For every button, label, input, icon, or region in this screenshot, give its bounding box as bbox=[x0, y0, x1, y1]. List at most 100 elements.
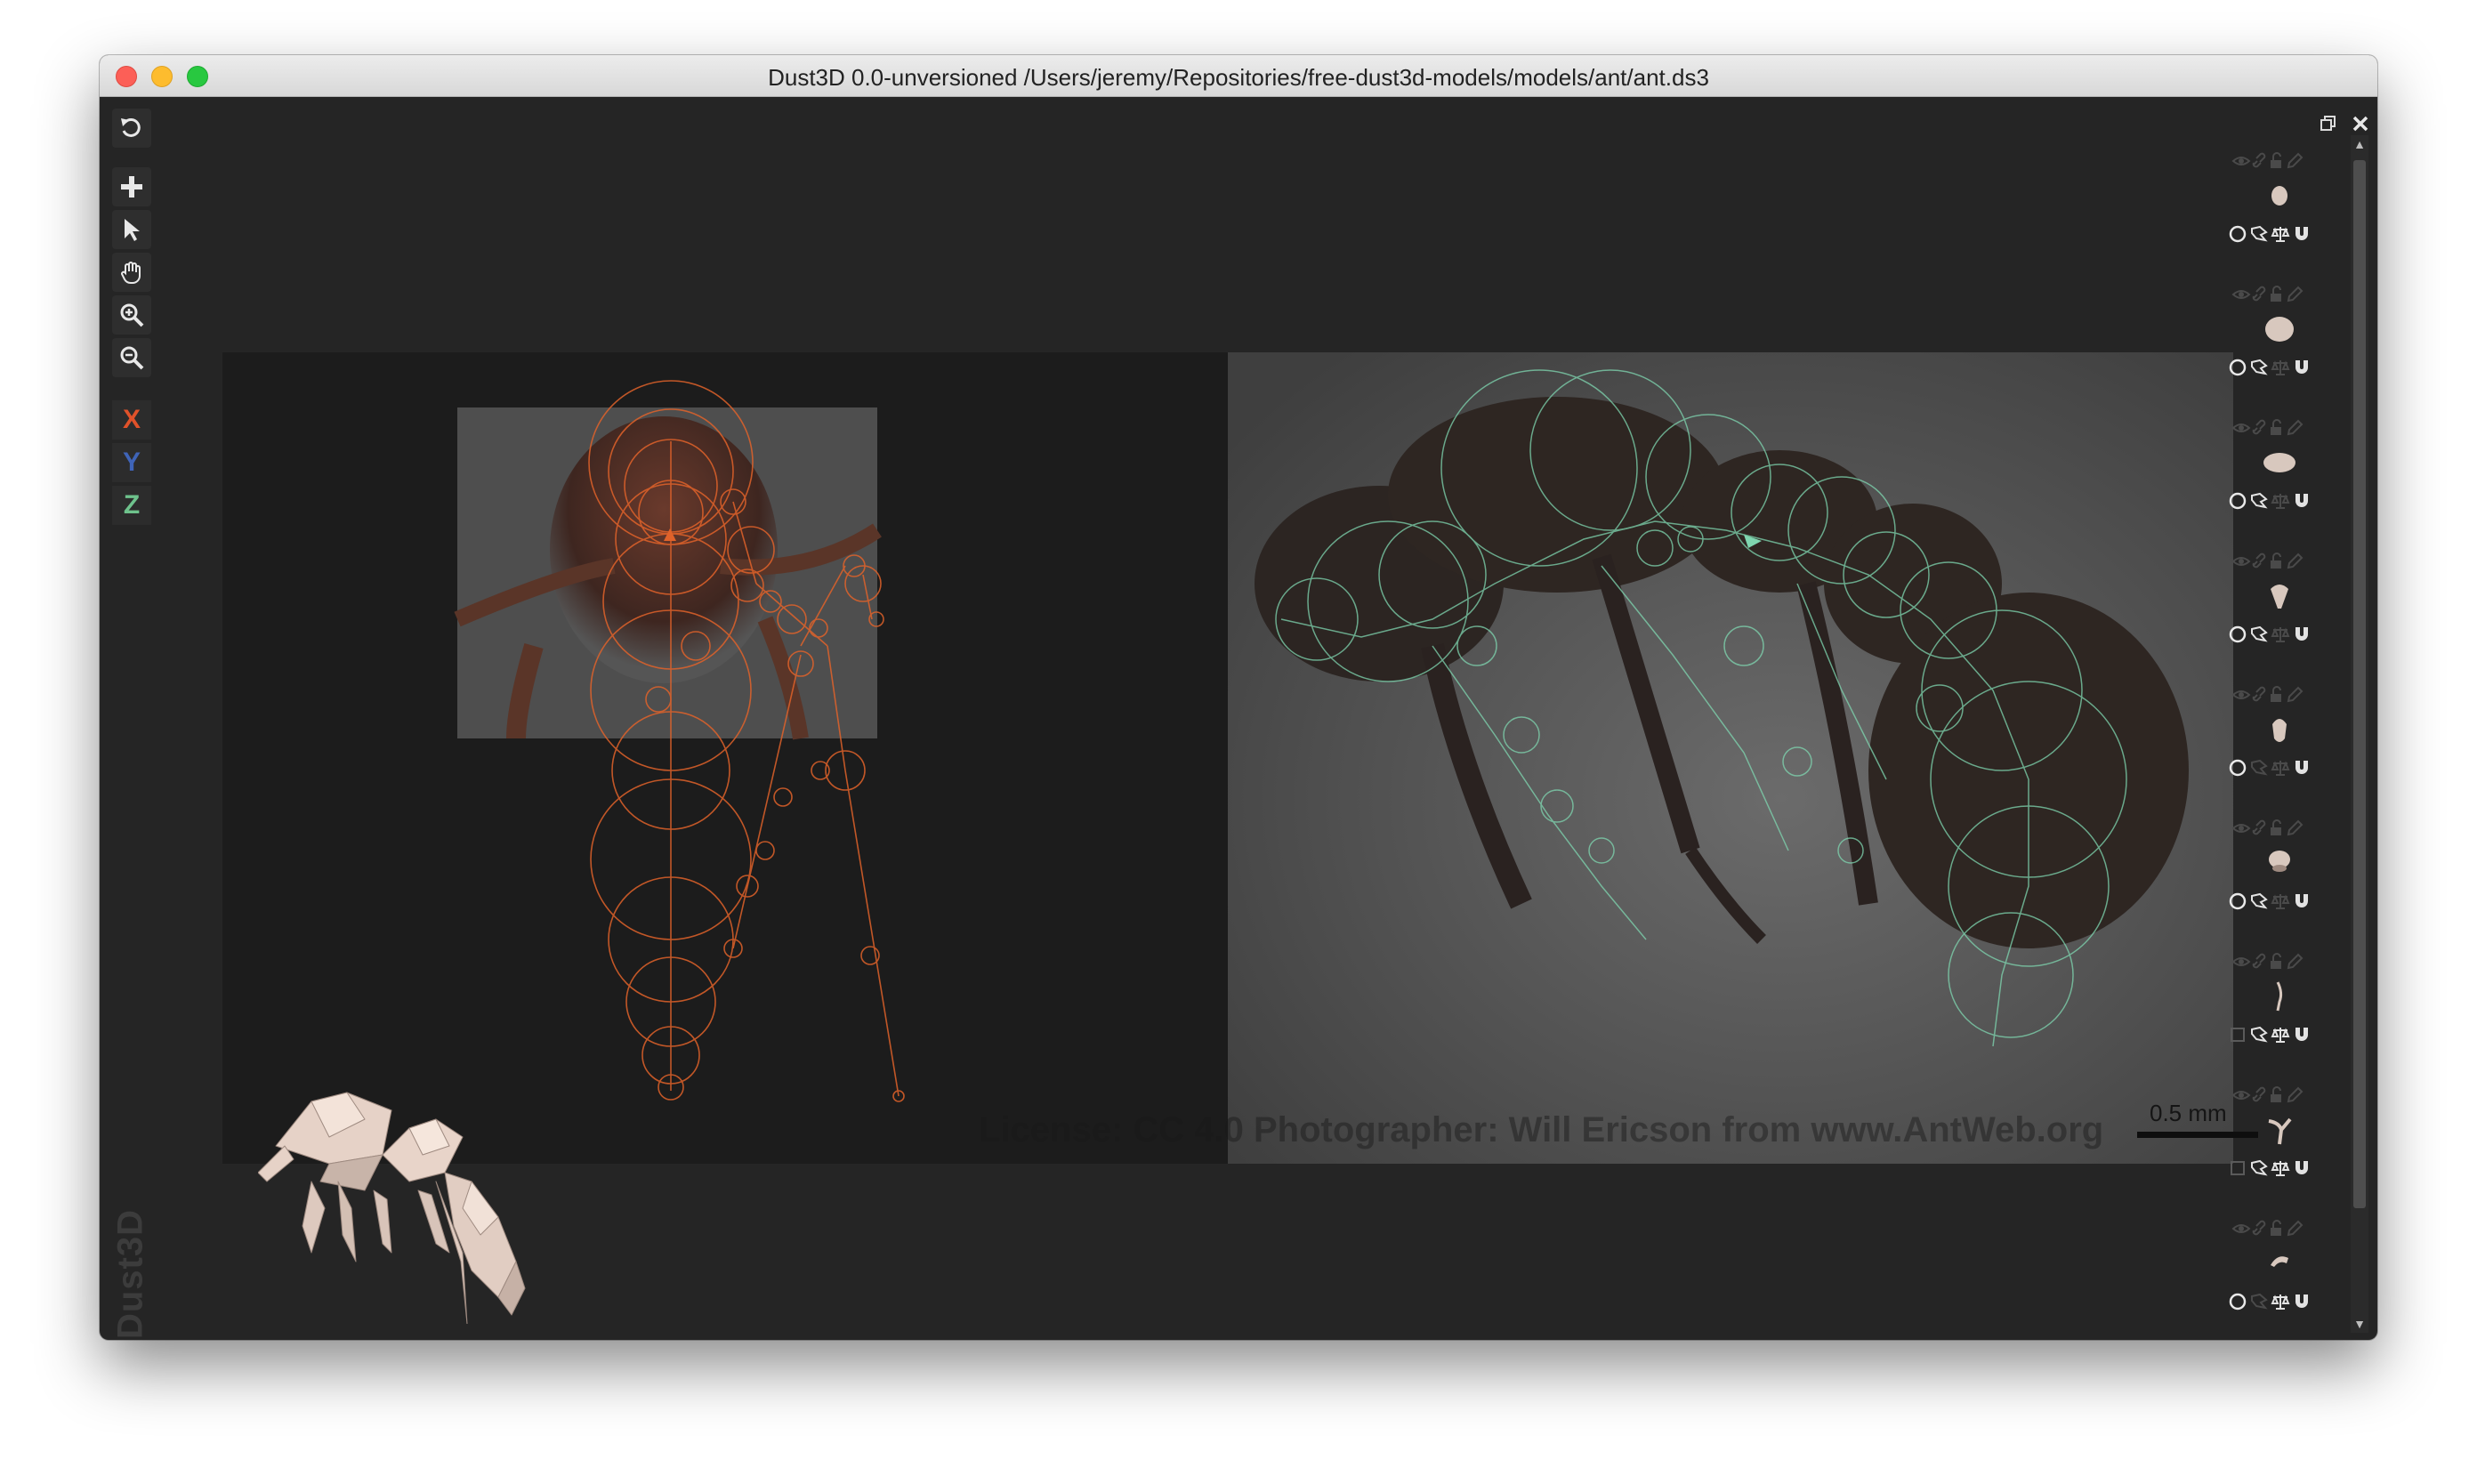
radio-icon[interactable] bbox=[2228, 1025, 2247, 1044]
part-thumbnail-petiole[interactable] bbox=[2262, 445, 2297, 480]
radio-icon[interactable] bbox=[2228, 1292, 2247, 1311]
radio-icon[interactable] bbox=[2228, 491, 2247, 511]
magnet-icon[interactable] bbox=[2292, 625, 2312, 644]
magnet-icon[interactable] bbox=[2292, 758, 2312, 778]
part-row-node[interactable] bbox=[2226, 819, 2324, 952]
part-row-head[interactable] bbox=[2226, 151, 2324, 285]
part-row-thorax[interactable] bbox=[2226, 285, 2324, 418]
restore-window-button[interactable] bbox=[2319, 114, 2338, 139]
radio-icon[interactable] bbox=[2228, 891, 2247, 911]
magnet-icon[interactable] bbox=[2292, 1292, 2312, 1311]
link-icon[interactable] bbox=[2249, 952, 2269, 972]
radio-icon[interactable] bbox=[2228, 758, 2247, 778]
mirror-balance-icon[interactable] bbox=[2271, 1158, 2290, 1178]
eye-icon[interactable] bbox=[2231, 685, 2251, 705]
add-node-button[interactable] bbox=[112, 167, 151, 206]
pencil-icon[interactable] bbox=[2285, 418, 2304, 438]
mirror-balance-icon[interactable] bbox=[2271, 224, 2290, 244]
radio-icon[interactable] bbox=[2228, 1158, 2247, 1178]
link-icon[interactable] bbox=[2249, 552, 2269, 571]
link-icon[interactable] bbox=[2249, 285, 2269, 304]
subdivide-icon[interactable] bbox=[2249, 891, 2269, 911]
eye-icon[interactable] bbox=[2231, 1219, 2251, 1238]
eye-icon[interactable] bbox=[2231, 418, 2251, 438]
part-thumbnail-antenna[interactable] bbox=[2262, 979, 2297, 1014]
subdivide-icon[interactable] bbox=[2249, 491, 2269, 511]
mirror-balance-icon[interactable] bbox=[2271, 758, 2290, 778]
lock-icon[interactable] bbox=[2267, 285, 2287, 304]
part-row-petiole[interactable] bbox=[2226, 418, 2324, 552]
lock-icon[interactable] bbox=[2267, 1085, 2287, 1105]
eye-icon[interactable] bbox=[2231, 151, 2251, 171]
pencil-icon[interactable] bbox=[2285, 685, 2304, 705]
magnet-icon[interactable] bbox=[2292, 491, 2312, 511]
scroll-down-icon[interactable]: ▼ bbox=[2351, 1315, 2368, 1333]
subdivide-icon[interactable] bbox=[2249, 625, 2269, 644]
y-axis-lock-button[interactable]: Y bbox=[112, 443, 151, 482]
select-button[interactable] bbox=[112, 210, 151, 249]
pencil-icon[interactable] bbox=[2285, 151, 2304, 171]
part-thumbnail-head[interactable] bbox=[2262, 178, 2297, 214]
part-row-leg[interactable] bbox=[2226, 1085, 2324, 1219]
mirror-balance-icon[interactable] bbox=[2271, 891, 2290, 911]
zoom-out-button[interactable] bbox=[112, 338, 151, 377]
lock-icon[interactable] bbox=[2267, 552, 2287, 571]
pencil-icon[interactable] bbox=[2285, 552, 2304, 571]
pencil-icon[interactable] bbox=[2285, 1219, 2304, 1238]
radio-icon[interactable] bbox=[2228, 224, 2247, 244]
lock-icon[interactable] bbox=[2267, 1219, 2287, 1238]
part-thumbnail-leg[interactable] bbox=[2262, 1112, 2297, 1148]
scroll-thumb[interactable] bbox=[2353, 160, 2366, 1208]
link-icon[interactable] bbox=[2249, 819, 2269, 838]
subdivide-icon[interactable] bbox=[2249, 224, 2269, 244]
magnet-icon[interactable] bbox=[2292, 224, 2312, 244]
pencil-icon[interactable] bbox=[2285, 285, 2304, 304]
subdivide-icon[interactable] bbox=[2249, 358, 2269, 377]
lock-icon[interactable] bbox=[2267, 685, 2287, 705]
mirror-balance-icon[interactable] bbox=[2271, 625, 2290, 644]
part-row-antenna[interactable] bbox=[2226, 952, 2324, 1085]
eye-icon[interactable] bbox=[2231, 552, 2251, 571]
lock-icon[interactable] bbox=[2267, 418, 2287, 438]
lock-icon[interactable] bbox=[2267, 819, 2287, 838]
model-preview[interactable] bbox=[257, 1075, 552, 1325]
subdivide-icon[interactable] bbox=[2249, 1292, 2269, 1311]
scroll-up-icon[interactable]: ▲ bbox=[2351, 135, 2368, 153]
eye-icon[interactable] bbox=[2231, 952, 2251, 972]
lock-icon[interactable] bbox=[2267, 952, 2287, 972]
zoom-in-button[interactable] bbox=[112, 295, 151, 335]
pencil-icon[interactable] bbox=[2285, 819, 2304, 838]
eye-icon[interactable] bbox=[2231, 819, 2251, 838]
model-canvas[interactable]: License: CC 4.0 Photographer: Will Erics… bbox=[160, 96, 2278, 1340]
radio-icon[interactable] bbox=[2228, 625, 2247, 644]
magnet-icon[interactable] bbox=[2292, 1158, 2312, 1178]
part-thumbnail-mandible[interactable] bbox=[2262, 1246, 2297, 1281]
eye-icon[interactable] bbox=[2231, 1085, 2251, 1105]
eye-icon[interactable] bbox=[2231, 285, 2251, 304]
link-icon[interactable] bbox=[2249, 151, 2269, 171]
link-icon[interactable] bbox=[2249, 418, 2269, 438]
lock-icon[interactable] bbox=[2267, 151, 2287, 171]
part-thumbnail-thorax[interactable] bbox=[2262, 311, 2297, 347]
radio-icon[interactable] bbox=[2228, 358, 2247, 377]
part-row-abdomen[interactable] bbox=[2226, 685, 2324, 819]
pencil-icon[interactable] bbox=[2285, 1085, 2304, 1105]
pan-button[interactable] bbox=[112, 253, 151, 292]
link-icon[interactable] bbox=[2249, 1085, 2269, 1105]
subdivide-icon[interactable] bbox=[2249, 758, 2269, 778]
link-icon[interactable] bbox=[2249, 1219, 2269, 1238]
subdivide-icon[interactable] bbox=[2249, 1158, 2269, 1178]
part-row-cone[interactable] bbox=[2226, 552, 2324, 685]
subdivide-icon[interactable] bbox=[2249, 1025, 2269, 1044]
magnet-icon[interactable] bbox=[2292, 891, 2312, 911]
part-thumbnail-node[interactable] bbox=[2262, 845, 2297, 881]
x-axis-lock-button[interactable]: X bbox=[112, 400, 151, 440]
magnet-icon[interactable] bbox=[2292, 358, 2312, 377]
magnet-icon[interactable] bbox=[2292, 1025, 2312, 1044]
mirror-balance-icon[interactable] bbox=[2271, 1025, 2290, 1044]
pencil-icon[interactable] bbox=[2285, 952, 2304, 972]
mirror-balance-icon[interactable] bbox=[2271, 358, 2290, 377]
part-thumbnail-abdomen[interactable] bbox=[2262, 712, 2297, 747]
mirror-balance-icon[interactable] bbox=[2271, 491, 2290, 511]
part-thumbnail-cone[interactable] bbox=[2262, 578, 2297, 614]
